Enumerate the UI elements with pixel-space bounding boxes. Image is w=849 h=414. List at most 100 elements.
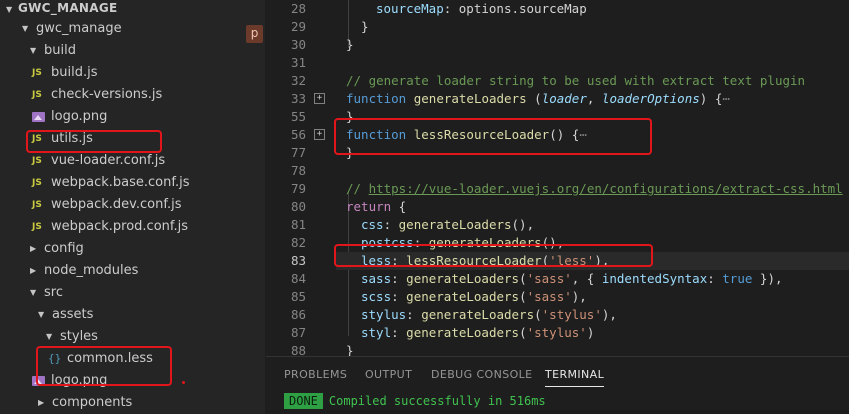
tree-item-label: config [44, 241, 84, 256]
folder-item[interactable]: ▼ assets [0, 304, 265, 326]
js-file-icon: JS [32, 134, 42, 144]
line-number: 81 [290, 217, 306, 232]
file-item[interactable]: JS webpack.prod.conf.js [0, 216, 265, 238]
code-text: function lessResourceLoader() {⋯ [346, 127, 587, 142]
folder-item[interactable]: ▶ node_modules [0, 260, 265, 282]
tree-item-label: check-versions.js [51, 87, 163, 102]
code-text: less: lessResourceLoader('less'), [361, 253, 610, 268]
code-text: } [346, 109, 354, 124]
explorer-root-header[interactable]: ▼ GWC_MANAGE [0, 0, 265, 18]
explorer-sidebar: ▼ GWC_MANAGE p ▼ gwc_manage ▼ build JS build.j… [0, 0, 265, 414]
expand-fold-icon[interactable]: + [314, 129, 325, 140]
code-line[interactable]: 29} [266, 18, 849, 36]
code-line[interactable]: 31 [266, 54, 849, 72]
folder-item[interactable]: ▼ styles [0, 326, 265, 348]
tree-item-label: build [44, 43, 76, 58]
chevron-down-icon: ▼ [30, 46, 37, 55]
folder-item[interactable]: ▼ build [0, 40, 265, 62]
folder-item[interactable]: ▼ gwc_manage [0, 18, 265, 40]
tree-item-label: logo.png [51, 109, 108, 124]
code-text: // generate loader string to be used wit… [346, 73, 806, 88]
code-line[interactable]: 80 return { [266, 198, 849, 216]
file-item[interactable]: JS webpack.dev.conf.js [0, 194, 265, 216]
file-item[interactable]: JS vue-loader.conf.js [0, 150, 265, 172]
line-number: 33 [290, 91, 306, 106]
line-number: 55 [290, 109, 306, 124]
tree-item-label: utils.js [51, 131, 93, 146]
code-text: } [346, 343, 354, 356]
code-line[interactable]: 86 stylus: generateLoaders('stylus'), [266, 306, 849, 324]
folder-item[interactable]: ▶ config [0, 238, 265, 260]
line-number: 80 [290, 199, 306, 214]
js-file-icon: JS [32, 68, 42, 78]
code-line[interactable]: 78 [266, 162, 849, 180]
chevron-right-icon: ▶ [30, 266, 37, 275]
code-line[interactable]: 55} [266, 108, 849, 126]
code-line[interactable]: 85 scss: generateLoaders('sass'), [266, 288, 849, 306]
line-number: 84 [290, 271, 306, 286]
code-text: postcss: generateLoaders(), [361, 235, 565, 250]
code-line[interactable]: 87 styl: generateLoaders('stylus') [266, 324, 849, 342]
tab-problems[interactable]: PROBLEMS [284, 368, 347, 381]
line-number: 32 [290, 73, 306, 88]
line-number: 87 [290, 325, 306, 340]
code-line[interactable]: 84 sass: generateLoaders('sass', { indent… [266, 270, 849, 288]
code-line[interactable]: 83 less: lessResourceLoader('less'), [266, 252, 849, 270]
code-text: // https://vue-loader.vuejs.org/en/confi… [346, 181, 843, 196]
code-line[interactable]: 81 css: generateLoaders(), [266, 216, 849, 234]
tree-item-label: common.less [67, 351, 153, 366]
line-number: 88 [290, 343, 306, 356]
line-number: 28 [290, 1, 306, 16]
code-line[interactable]: 33 + function generateLoaders (loader, loa… [266, 90, 849, 108]
tree-item-label: webpack.prod.conf.js [51, 219, 189, 234]
code-line[interactable]: 28 sourceMap: options.sourceMap [266, 0, 849, 18]
js-file-icon: JS [32, 90, 42, 100]
code-line[interactable]: 79 // https://vue-loader.vuejs.org/en/con… [266, 180, 849, 198]
code-line[interactable]: 77} [266, 144, 849, 162]
chevron-down-icon: ▼ [6, 5, 13, 14]
chevron-down-icon: ▼ [30, 288, 37, 297]
line-number: 31 [290, 55, 306, 70]
file-item[interactable]: logo.png [0, 370, 265, 392]
tree-item-label: vue-loader.conf.js [51, 153, 166, 168]
line-number: 29 [290, 19, 306, 34]
file-item[interactable]: {} common.less [0, 348, 265, 370]
code-line[interactable]: 82 postcss: generateLoaders(), [266, 234, 849, 252]
tree-item-label: components [52, 395, 133, 410]
code-line[interactable]: 88} [266, 342, 849, 356]
file-item[interactable]: JS utils.js [0, 128, 265, 150]
code-text: sass: generateLoaders('sass', { indented… [361, 271, 783, 286]
file-item[interactable]: JS build.js [0, 62, 265, 84]
bottom-panel: PROBLEMS OUTPUT DEBUG CONSOLE TERMINAL D… [266, 356, 849, 414]
code-text: css: generateLoaders(), [361, 217, 535, 232]
annotation-dot [182, 381, 185, 384]
line-number: 79 [290, 181, 306, 196]
tree-item-label: webpack.dev.conf.js [51, 197, 182, 212]
tab-output[interactable]: OUTPUT [365, 368, 412, 381]
code-line[interactable]: 56 + function lessResourceLoader() {⋯ [266, 126, 849, 144]
tree-item-label: node_modules [44, 263, 139, 278]
line-number: 77 [290, 145, 306, 160]
tab-terminal[interactable]: TERMINAL [545, 368, 605, 387]
terminal-output-line: DONE Compiled successfully in 516ms [284, 393, 546, 409]
code-text: function generateLoaders (loader, loader… [346, 91, 730, 106]
file-item[interactable]: JS webpack.base.conf.js [0, 172, 265, 194]
tab-debug-console[interactable]: DEBUG CONSOLE [431, 368, 533, 381]
folder-item[interactable]: ▶ components [0, 392, 265, 414]
chevron-down-icon: ▼ [38, 310, 45, 319]
code-text: styl: generateLoaders('stylus') [361, 325, 595, 340]
code-editor[interactable]: 28 sourceMap: options.sourceMap 29} 30} 31 32… [266, 0, 849, 356]
chevron-down-icon: ▼ [22, 24, 29, 33]
code-line[interactable]: 30} [266, 36, 849, 54]
tree-item-label: logo.png [51, 373, 108, 388]
explorer-root-label: GWC_MANAGE [18, 1, 118, 15]
expand-fold-icon[interactable]: + [314, 93, 325, 104]
code-text: } [346, 37, 354, 52]
tree-item-label: webpack.base.conf.js [51, 175, 190, 190]
line-number: 78 [290, 163, 306, 178]
file-item[interactable]: logo.png [0, 106, 265, 128]
file-item[interactable]: JS check-versions.js [0, 84, 265, 106]
code-line[interactable]: 32 // generate loader string to be used w… [266, 72, 849, 90]
chevron-right-icon: ▶ [38, 398, 45, 407]
folder-item[interactable]: ▼ src [0, 282, 265, 304]
